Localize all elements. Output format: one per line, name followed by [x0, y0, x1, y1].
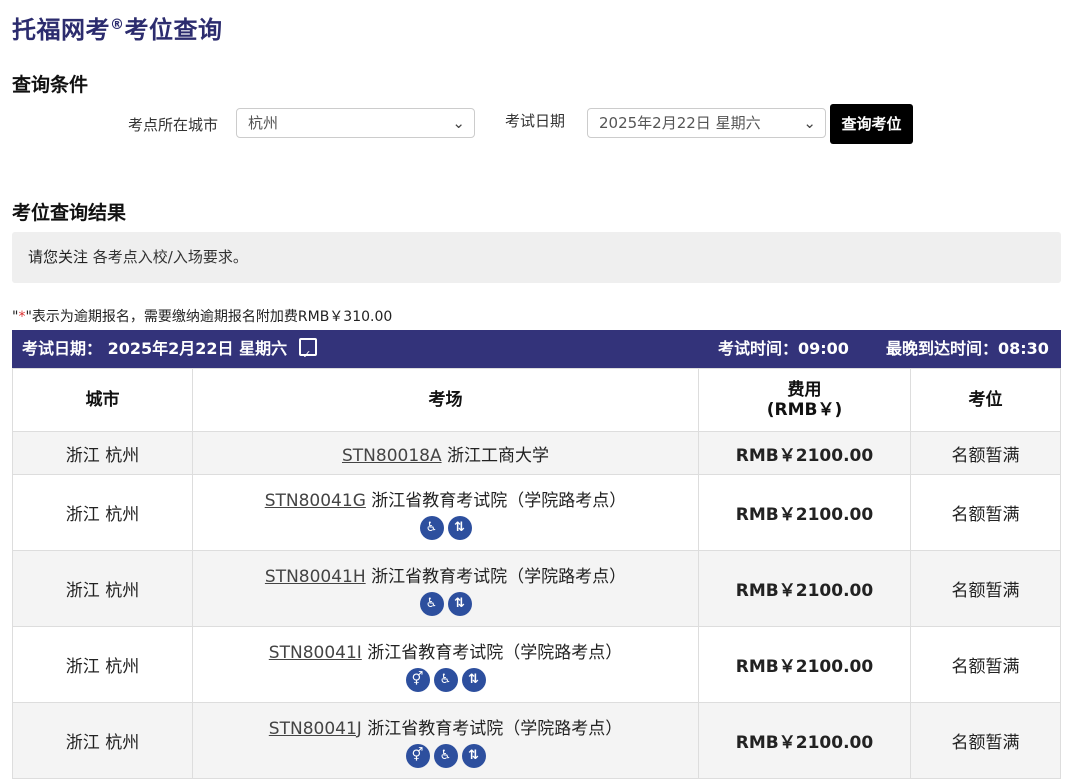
cell-seat: 名额暂满: [910, 550, 1061, 627]
venue-name: 浙江省教育考试院（学院路考点）: [367, 718, 623, 739]
cell-city: 浙江 杭州: [12, 431, 193, 475]
calendar-icon[interactable]: [299, 336, 318, 374]
table-row: 浙江 杭州 STN80041H 浙江省教育考试院（学院路考点） ♿ ⇅ RMB￥2100…: [12, 550, 1061, 627]
cell-fee: RMB￥2100.00: [698, 474, 911, 551]
cell-fee: RMB￥2100.00: [698, 626, 911, 703]
elevator-icon: ⇅: [447, 591, 472, 616]
chevron-down-icon: ⌄: [803, 114, 816, 132]
cell-city: 浙江 杭州: [12, 550, 193, 627]
date-select[interactable]: 2025年2月22日 星期六 ⌄: [587, 108, 826, 138]
entry-requirements-link[interactable]: 各考点入校/入场要求。: [93, 248, 248, 266]
venue-name: 浙江省教育考试院（学院路考点）: [371, 490, 627, 511]
wheelchair-icon: ♿: [419, 591, 444, 616]
col-seat: 考位: [910, 368, 1061, 432]
table-row: 浙江 杭州 STN80041G 浙江省教育考试院（学院路考点） ♿ ⇅ RMB￥2100…: [12, 474, 1061, 551]
results-table-wrap: 考试日期： 2025年2月22日 星期六 考试时间：09:00 最晚到达时间：0…: [12, 330, 1061, 779]
cell-venue: STN80041H 浙江省教育考试院（学院路考点） ♿ ⇅: [192, 550, 699, 627]
elevator-icon: ⇅: [447, 515, 472, 540]
cell-fee: RMB￥2100.00: [698, 550, 911, 627]
cell-venue: STN80041G 浙江省教育考试院（学院路考点） ♿ ⇅: [192, 474, 699, 551]
venue-name: 浙江省教育考试院（学院路考点）: [371, 566, 627, 587]
cell-city: 浙江 杭州: [12, 702, 193, 779]
notice-box: 请您关注 各考点入校/入场要求。: [12, 232, 1061, 283]
col-venue: 考场: [192, 368, 699, 432]
cell-venue: STN80041I 浙江省教育考试院（学院路考点） ⚥ ♿ ⇅: [192, 626, 699, 703]
notice-prefix: 请您关注: [28, 248, 89, 266]
table-row: 浙江 杭州 STN80041I 浙江省教育考试院（学院路考点） ⚥ ♿ ⇅ RMB￥210…: [12, 626, 1061, 703]
results-section-title: 考位查询结果: [12, 202, 127, 224]
city-label: 考点所在城市: [128, 116, 219, 134]
cell-city: 浙江 杭州: [12, 626, 193, 703]
venue-name: 浙江工商大学: [447, 445, 549, 466]
venue-code-link[interactable]: STN80041J: [269, 719, 362, 739]
exam-time-text: 考试时间：09:00: [718, 339, 849, 358]
date-bar: 考试日期： 2025年2月22日 星期六 考试时间：09:00 最晚到达时间：0…: [12, 330, 1061, 374]
cell-seat: 名额暂满: [910, 702, 1061, 779]
wheelchair-icon: ♿: [419, 515, 444, 540]
cell-venue: STN80041J 浙江省教育考试院（学院路考点） ⚥ ♿ ⇅: [192, 702, 699, 779]
date-label: 考试日期: [505, 112, 566, 130]
venue-code-link[interactable]: STN80018A: [342, 446, 442, 466]
registered-mark: ®: [110, 17, 125, 33]
elevator-icon: ⇅: [461, 667, 486, 692]
chevron-down-icon: ⌄: [452, 114, 465, 132]
city-select-value: 杭州: [248, 114, 279, 132]
venue-code-link[interactable]: STN80041G: [265, 491, 366, 511]
wheelchair-icon: ♿: [433, 667, 458, 692]
results-table: 城市 考场 费用 (RMB￥) 考位 浙江 杭州 STN80018A 浙江工商大学 R…: [12, 368, 1061, 779]
cell-venue: STN80018A 浙江工商大学: [192, 431, 699, 475]
col-fee: 费用 (RMB￥): [698, 368, 911, 432]
venue-code-link[interactable]: STN80041I: [269, 643, 362, 663]
exam-date-text: 考试日期： 2025年2月22日 星期六: [22, 339, 288, 358]
date-select-value: 2025年2月22日 星期六: [599, 114, 761, 132]
late-registration-note: "*"表示为逾期报名，需要缴纳逾期报名附加费RMB￥310.00: [12, 309, 393, 325]
cell-seat: 名额暂满: [910, 431, 1061, 475]
elevator-icon: ⇅: [461, 743, 486, 768]
cell-city: 浙江 杭州: [12, 474, 193, 551]
cell-fee: RMB￥2100.00: [698, 702, 911, 779]
page-title: 托福网考®考位查询: [12, 16, 223, 44]
col-city: 城市: [12, 368, 193, 432]
table-row: 浙江 杭州 STN80018A 浙江工商大学 RMB￥2100.00 名额暂满: [12, 431, 1061, 475]
cell-fee: RMB￥2100.00: [698, 431, 911, 475]
latest-arrival-text: 最晚到达时间：08:30: [886, 339, 1049, 358]
search-seats-button[interactable]: 查询考位: [830, 104, 913, 144]
wheelchair-icon: ♿: [433, 743, 458, 768]
venue-code-link[interactable]: STN80041H: [265, 567, 366, 587]
table-row: 浙江 杭州 STN80041J 浙江省教育考试院（学院路考点） ⚥ ♿ ⇅ RMB￥210…: [12, 702, 1061, 779]
venue-name: 浙江省教育考试院（学院路考点）: [367, 642, 623, 663]
restroom-icon: ⚥: [405, 743, 430, 768]
restroom-icon: ⚥: [405, 667, 430, 692]
city-select[interactable]: 杭州 ⌄: [236, 108, 475, 138]
cell-seat: 名额暂满: [910, 626, 1061, 703]
cell-seat: 名额暂满: [910, 474, 1061, 551]
filter-section-title: 查询条件: [12, 74, 89, 96]
